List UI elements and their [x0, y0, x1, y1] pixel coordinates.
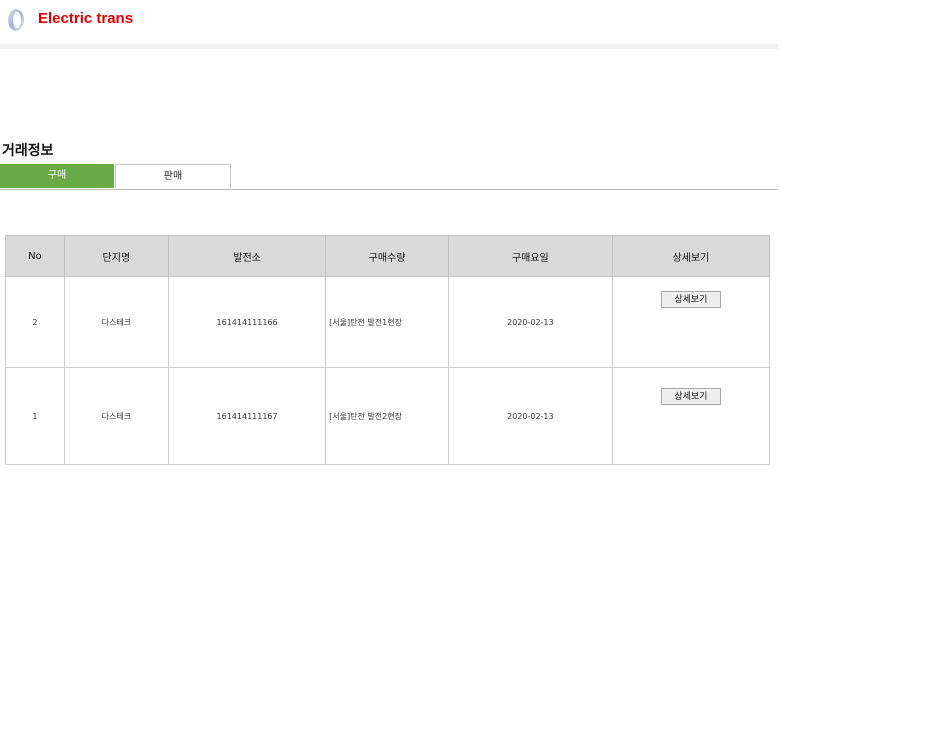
- cell-quantity: [서울]탄천 발전1현장: [325, 276, 449, 368]
- cell-quantity: [서울]탄천 발전2현장: [325, 367, 449, 465]
- cell-no: 2: [5, 276, 65, 368]
- header-site-name: 단지명: [63, 235, 169, 277]
- header-date: 구매요일: [447, 235, 613, 277]
- transaction-table: No 단지명 발전소 구매수량 구매요일 상세보기 2 다스테크 1614141…: [5, 235, 771, 465]
- ring-logo-icon[interactable]: [6, 8, 26, 32]
- page-title: 거래정보: [2, 143, 54, 159]
- header-divider: [0, 44, 778, 49]
- header-no: No: [5, 235, 65, 277]
- cell-site: 다스테크: [63, 276, 169, 368]
- cell-no: 1: [5, 367, 65, 465]
- cell-plant: 161414111167: [167, 367, 327, 465]
- table-row: 1 다스테크 161414111167 [서울]탄천 발전2현장 2020-02…: [5, 367, 771, 465]
- tab-purchase[interactable]: 구매: [0, 164, 114, 188]
- tab-sale[interactable]: 판매: [115, 164, 231, 188]
- tab-bar: 구매 판매: [0, 164, 778, 190]
- header-detail: 상세보기: [611, 235, 771, 277]
- cell-date: 2020-02-13: [447, 367, 613, 465]
- cell-detail: 상세보기: [611, 367, 771, 465]
- header-quantity: 구매수량: [325, 235, 449, 277]
- detail-button[interactable]: 상세보기: [660, 388, 721, 405]
- table-header-row: No 단지명 발전소 구매수량 구매요일 상세보기: [5, 235, 771, 277]
- header: Electric trans: [0, 0, 778, 44]
- cell-plant: 161414111166: [167, 276, 327, 368]
- cell-site: 다스테크: [63, 367, 169, 465]
- page: Electric trans 거래정보 구매 판매 No 단지명 발전소 구매수…: [0, 0, 939, 733]
- cell-detail: 상세보기: [611, 276, 771, 368]
- cell-date: 2020-02-13: [447, 276, 613, 368]
- table-row: 2 다스테크 161414111166 [서울]탄천 발전1현장 2020-02…: [5, 276, 771, 368]
- header-plant: 발전소: [167, 235, 327, 277]
- brand-name[interactable]: Electric trans: [38, 10, 133, 27]
- detail-button[interactable]: 상세보기: [660, 291, 721, 308]
